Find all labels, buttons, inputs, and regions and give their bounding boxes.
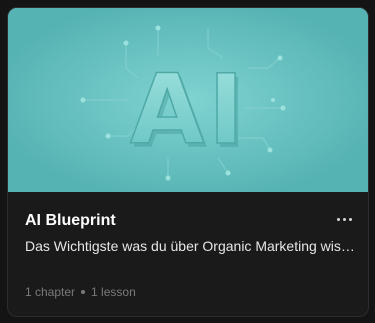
menu-dot <box>336 217 340 221</box>
chapter-count: 1 chapter <box>25 285 76 299</box>
course-description: Das Wichtigste was du über Organic Marke… <box>25 238 355 254</box>
separator-dot <box>81 290 86 294</box>
course-card[interactable]: AI AI AI Blueprint Das Wichtigste was du… <box>7 7 369 317</box>
course-thumbnail[interactable]: AI AI <box>8 8 368 192</box>
more-options-icon[interactable] <box>334 209 354 229</box>
thumbnail-graphic: AI AI <box>8 8 368 192</box>
course-meta: 1 chapter 1 lesson <box>25 284 136 300</box>
menu-dot <box>342 217 346 221</box>
course-title[interactable]: AI Blueprint <box>25 211 116 231</box>
thumbnail-ai-text: AI <box>130 54 248 166</box>
lesson-count: 1 lesson <box>91 285 136 299</box>
menu-dot <box>348 217 352 221</box>
